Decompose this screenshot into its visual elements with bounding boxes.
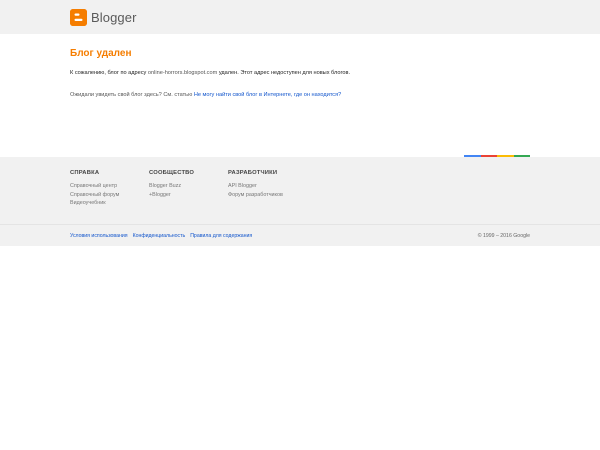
bottom-bar: Условия использования Конфиденциальность… — [0, 224, 600, 246]
footer-links-section: СПРАВКА Справочный центр Справочный фору… — [0, 157, 600, 224]
legal-links: Условия использования Конфиденциальность… — [70, 233, 252, 239]
footer-link[interactable]: +Blogger — [149, 191, 194, 200]
deleted-message: К сожалению, блог по адресу online-horro… — [70, 70, 350, 76]
footer-link[interactable]: Справочный форум — [70, 191, 119, 200]
logo-text: Blogger — [91, 10, 137, 25]
footer-column-help: СПРАВКА Справочный центр Справочный фору… — [70, 170, 119, 208]
message-suffix: удален. Этот адрес недоступен для новых … — [218, 70, 350, 76]
page-title: Блог удален — [70, 48, 132, 59]
footer-column-developers: РАЗРАБОТЧИКИ API Blogger Форум разработч… — [228, 170, 283, 199]
blog-address: online-horrors.blogspot.com — [147, 70, 218, 76]
main-content: Блог удален К сожалению, блог по адресу … — [70, 48, 530, 98]
blogger-icon — [70, 9, 87, 26]
blogger-logo[interactable]: Blogger — [70, 9, 137, 26]
footer-link[interactable]: Справочный центр — [70, 182, 119, 191]
hint-message: Ожидали увидеть свой блог здесь? См. ста… — [70, 92, 341, 98]
hint-prefix: Ожидали увидеть свой блог здесь? См. ста… — [70, 92, 193, 98]
footer-heading: СООБЩЕСТВО — [149, 170, 195, 176]
privacy-link[interactable]: Конфиденциальность — [133, 233, 186, 239]
copyright: © 1999 – 2016 Google — [477, 233, 530, 239]
message-prefix: К сожалению, блог по адресу — [70, 70, 147, 76]
footer-column-community: СООБЩЕСТВО Blogger Buzz +Blogger — [149, 170, 194, 199]
top-header: Blogger — [0, 0, 600, 34]
footer-heading: РАЗРАБОТЧИКИ — [228, 170, 278, 176]
help-article-link[interactable]: Не могу найти свой блог в Интернете, где… — [194, 92, 341, 98]
content-policy-link[interactable]: Правила для содержания — [190, 233, 252, 239]
footer-heading: СПРАВКА — [70, 170, 100, 176]
footer-link[interactable]: API Blogger — [228, 182, 283, 191]
terms-link[interactable]: Условия использования — [70, 233, 128, 239]
footer-link[interactable]: Видеоучебник — [70, 199, 119, 208]
footer-link[interactable]: Blogger Buzz — [149, 182, 194, 191]
footer-link[interactable]: Форум разработчиков — [228, 191, 283, 200]
